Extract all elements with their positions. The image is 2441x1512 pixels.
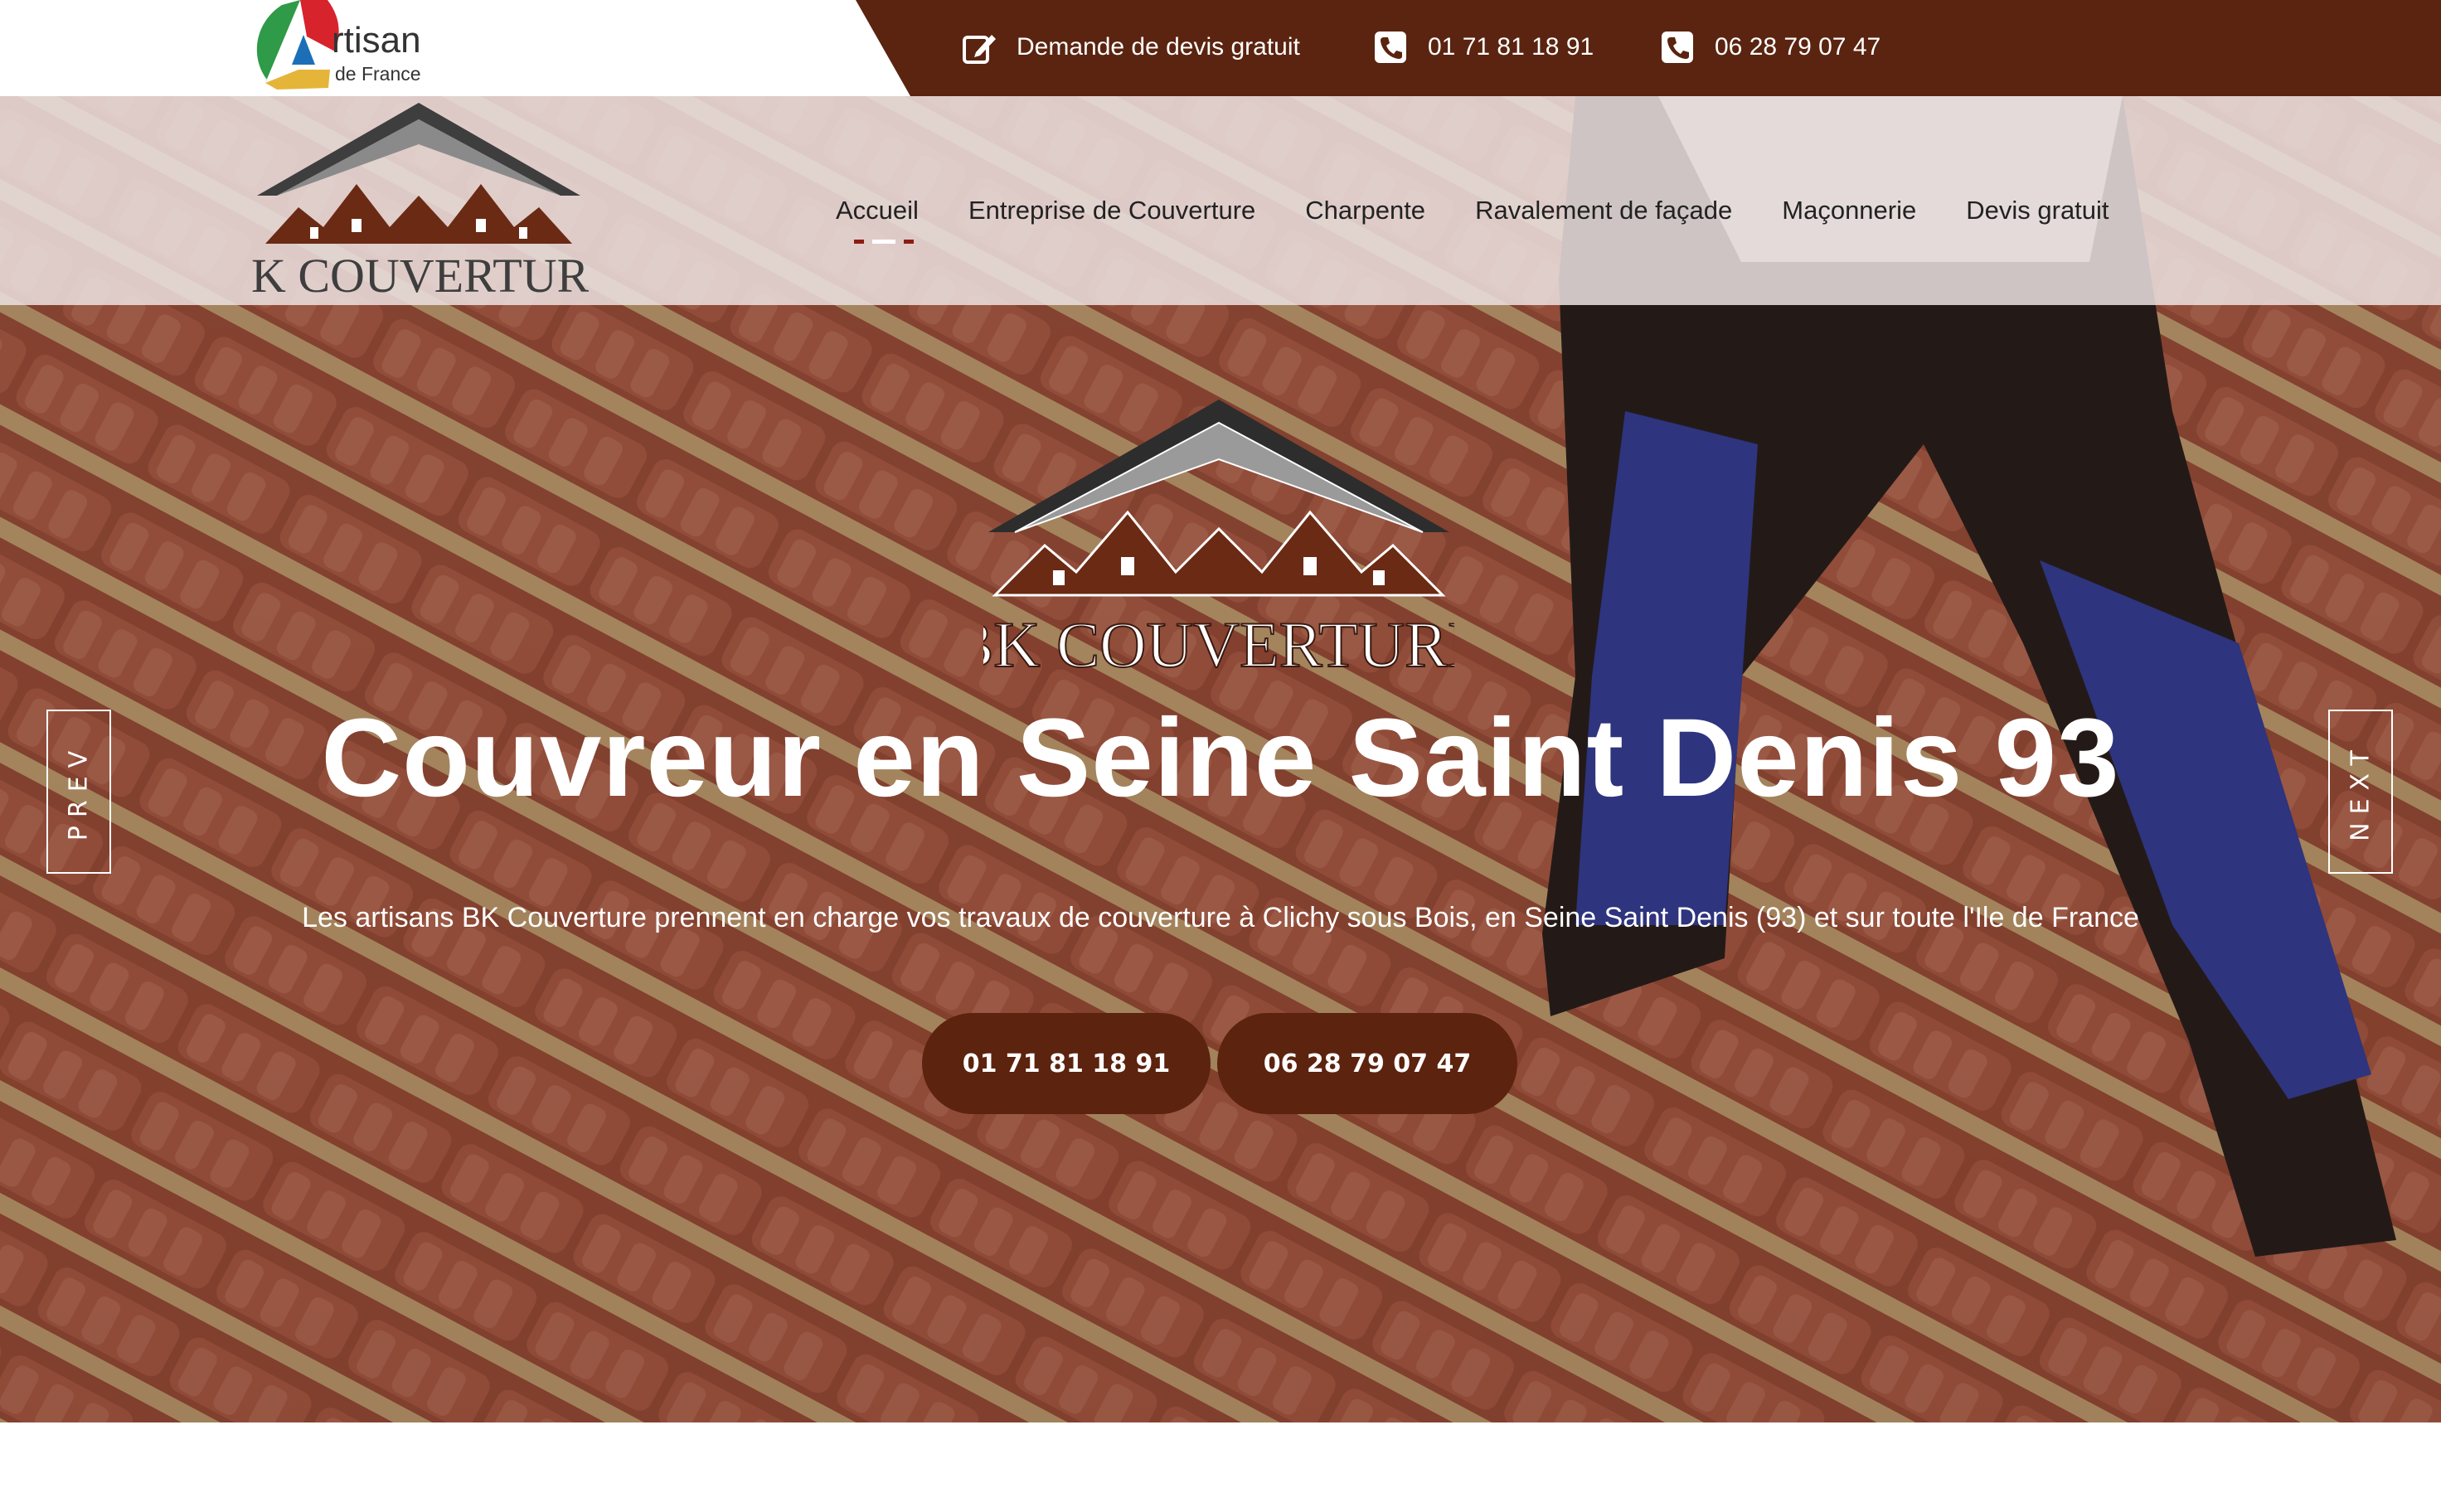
phone-icon <box>1375 32 1406 63</box>
roof-logo-icon: BK COUVERTURE <box>949 400 1488 681</box>
call-phone-1-button[interactable]: 01 71 81 18 91 <box>922 1013 1211 1114</box>
quote-request-label: Demande de devis gratuit <box>1017 33 1300 61</box>
nav-item-devis-gratuit[interactable]: Devis gratuit <box>1966 196 2109 225</box>
phone-link-1[interactable]: 01 71 81 18 91 <box>1373 27 1594 68</box>
nav-item-charpente[interactable]: Charpente <box>1305 196 1425 225</box>
phone-link-2[interactable]: 06 28 79 07 47 <box>1660 27 1880 68</box>
call-phone-2-button[interactable]: 06 28 79 07 47 <box>1217 1013 1517 1114</box>
slider-prev-label: PREV <box>64 742 94 841</box>
hero-logo: BK COUVERTURE <box>949 400 1488 681</box>
hero-subtitle: Les artisans BK Couverture prennent en c… <box>302 902 2139 933</box>
svg-text:BK COUVERTURE: BK COUVERTURE <box>983 608 1454 681</box>
bk-couverture-logo[interactable]: BK COUVERTURE <box>219 103 619 303</box>
nav-item-entreprise-couverture[interactable]: Entreprise de Couverture <box>968 196 1255 225</box>
quote-request-link[interactable]: Demande de devis gratuit <box>962 27 1300 68</box>
phone-icon <box>1662 32 1693 63</box>
nav-item-maconnerie[interactable]: Maçonnerie <box>1782 196 1916 225</box>
phone-1-label: 01 71 81 18 91 <box>1428 33 1594 61</box>
svg-text:BK COUVERTURE: BK COUVERTURE <box>249 249 589 302</box>
artisan-brand-subtitle: de France <box>335 63 421 85</box>
edit-icon <box>963 35 996 64</box>
main-navigation: Accueil Entreprise de Couverture Charpen… <box>836 196 2159 244</box>
slider-next-label: NEXT <box>2346 742 2375 841</box>
roof-logo-icon: BK COUVERTURE <box>219 103 619 303</box>
artisan-brand-text: rtisan <box>332 20 421 61</box>
nav-item-accueil[interactable]: Accueil <box>836 196 919 244</box>
hero-title: Couvreur en Seine Saint Denis 93 <box>321 696 2120 820</box>
slider-next-button[interactable]: NEXT <box>2328 710 2393 874</box>
slider-prev-button[interactable]: PREV <box>46 710 111 874</box>
phone-2-label: 06 28 79 07 47 <box>1715 33 1881 61</box>
nav-item-ravalement-facade[interactable]: Ravalement de façade <box>1475 196 1732 225</box>
